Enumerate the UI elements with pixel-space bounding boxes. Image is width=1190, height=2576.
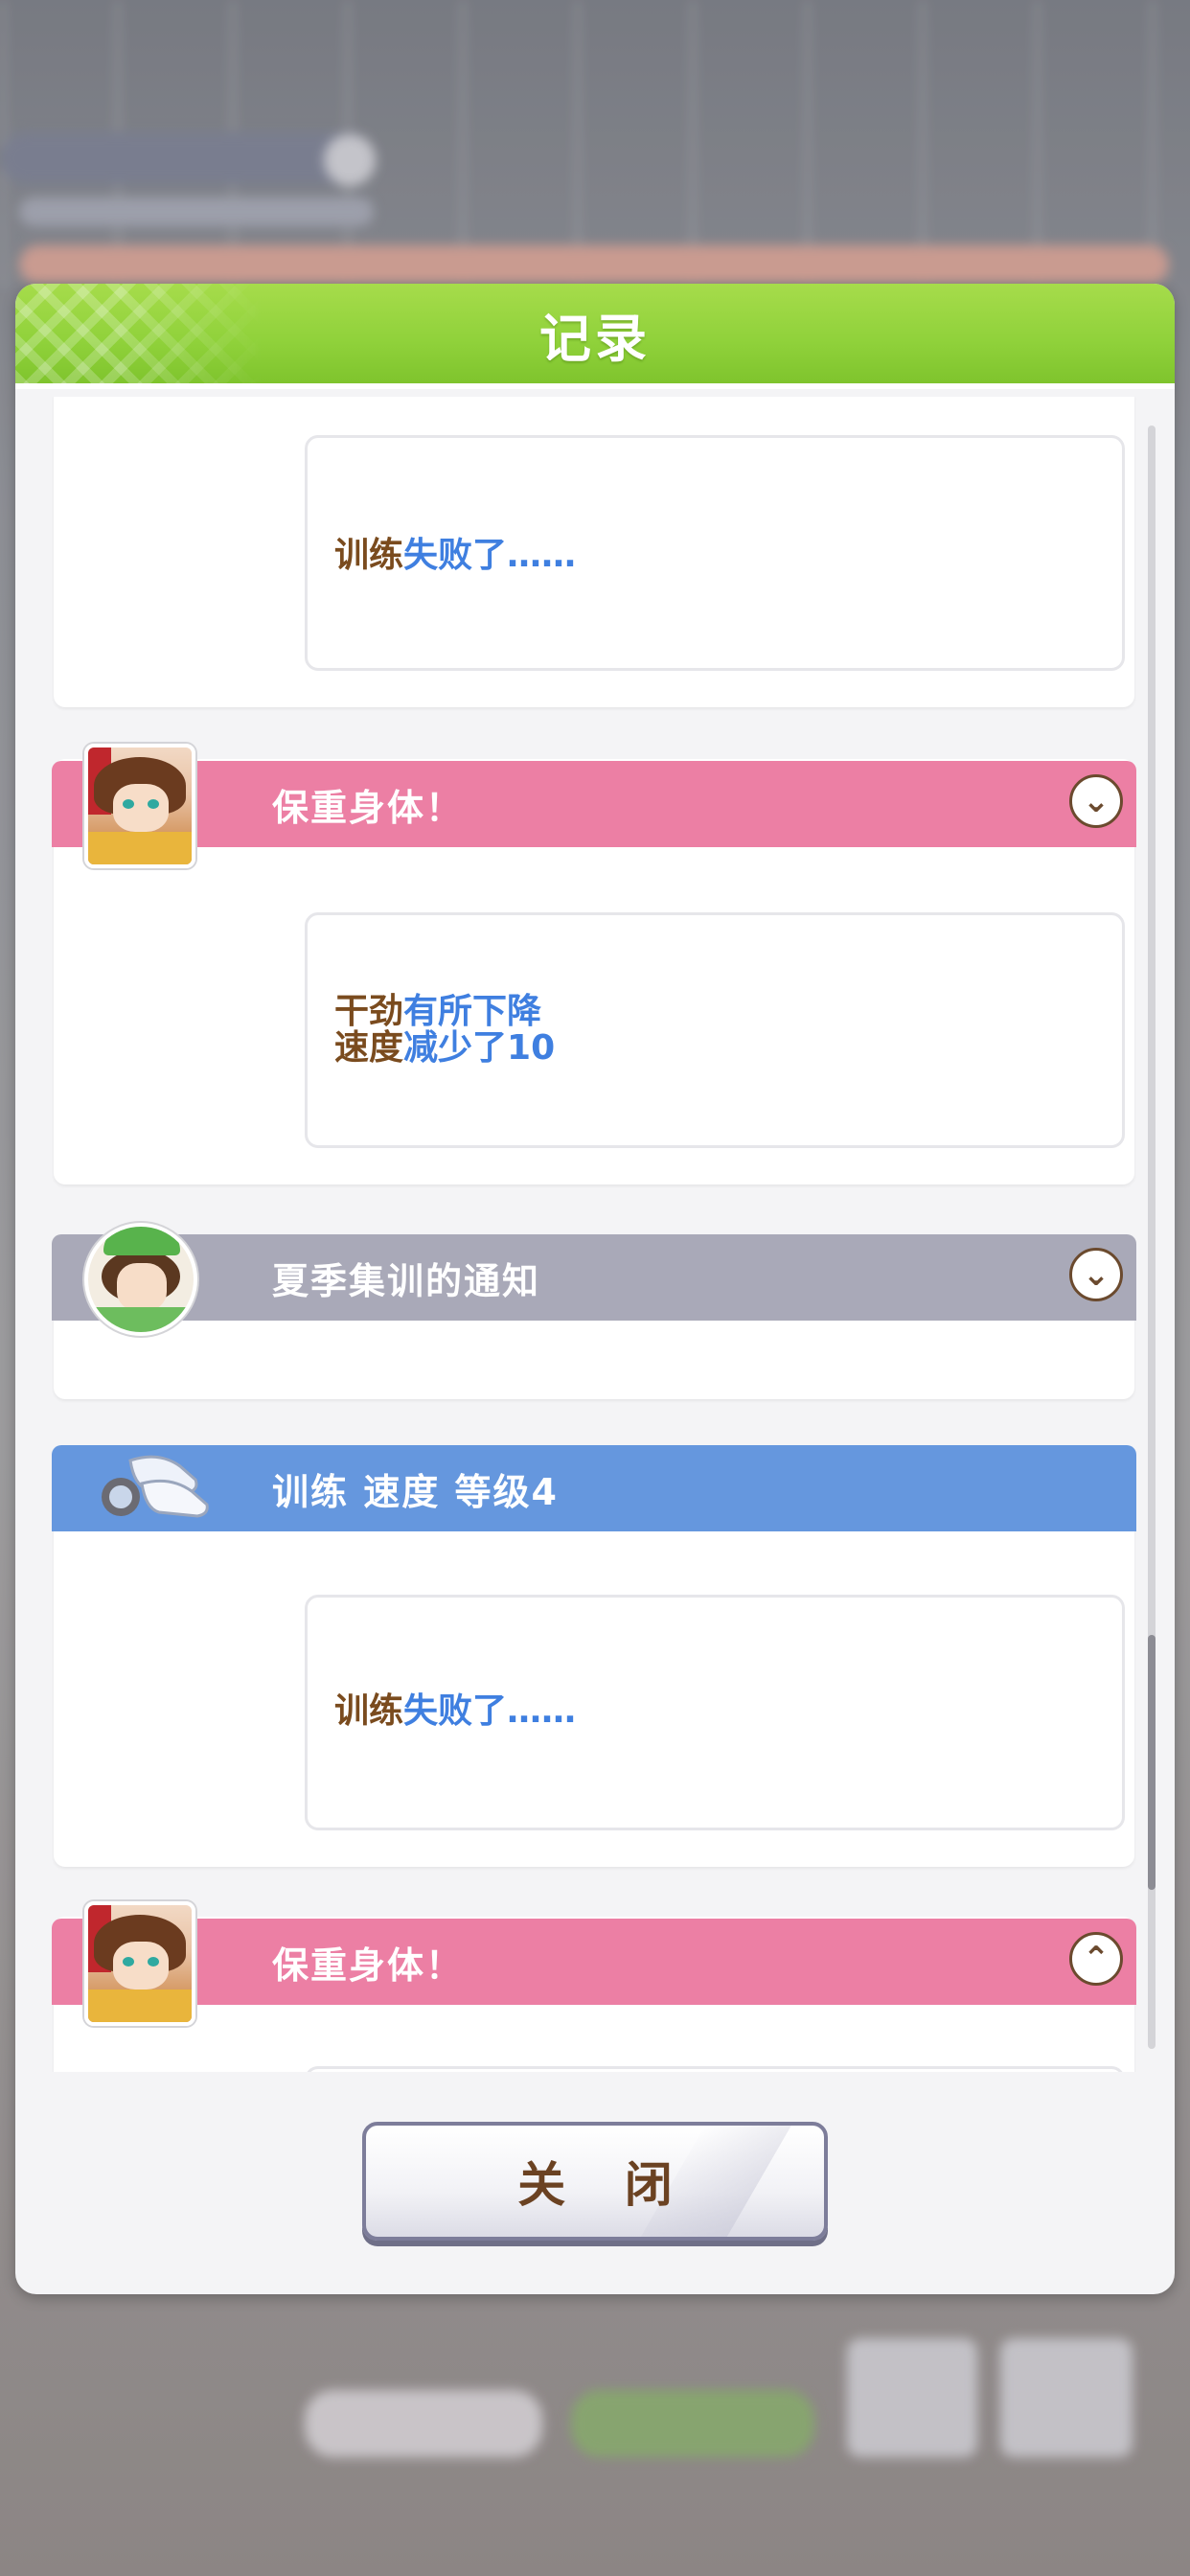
result-line: 干劲有所下降 [334, 994, 541, 1030]
portrait-face [117, 1263, 167, 1311]
dialog-title: 记录 [539, 308, 651, 369]
close-button[interactable]: 关 闭 [362, 2122, 828, 2241]
portrait-eye [123, 799, 134, 809]
log-dialog: 记录 训练失败了…… 保重身体！ ⌄ 干劲有所下降 速度减少了10 夏季集训的通… [15, 284, 1175, 2294]
character-portrait [84, 1901, 195, 2026]
dialog-header: 记录 [15, 284, 1175, 383]
portrait-eye [148, 1957, 159, 1966]
header-divider [15, 383, 1175, 389]
portrait-outfit [88, 832, 192, 864]
character-portrait [84, 1223, 197, 1336]
result-subject: 速度 [334, 1028, 404, 1068]
chevron-down-icon[interactable]: ⌄ [1069, 774, 1123, 828]
result-outcome: 失败了…… [403, 536, 577, 575]
portrait-outfit [88, 1307, 194, 1332]
portrait-face [113, 1942, 169, 1990]
header-pattern [15, 284, 264, 383]
result-subject: 干劲 [334, 992, 404, 1031]
result-box: 训练失败了…… [305, 1595, 1125, 1830]
event-title: 保重身体！ [272, 1944, 465, 1987]
portrait-face [113, 784, 169, 832]
training-shoes-icon [102, 1455, 209, 1518]
portrait-hat [103, 1227, 180, 1255]
training-title: 训练 速度 等级4 [272, 1470, 559, 1513]
result-box [305, 2066, 1125, 2072]
event-header[interactable]: 保重身体！ ⌃ [52, 1919, 1136, 2005]
result-line: 速度减少了10 [334, 1030, 555, 1067]
portrait-eye [148, 799, 159, 809]
result-outcome: 失败了…… [403, 1691, 577, 1731]
result-outcome: 减少了10 [403, 1028, 556, 1068]
result-subject: 训练 [334, 1691, 404, 1731]
event-title: 保重身体！ [272, 786, 465, 829]
result-line: 训练失败了…… [334, 538, 576, 574]
portrait-eye [123, 1957, 134, 1966]
log-list[interactable]: 训练失败了…… 保重身体！ ⌄ 干劲有所下降 速度减少了10 夏季集训的通知 ⌄… [15, 397, 1175, 2072]
result-outcome: 有所下降 [403, 992, 542, 1031]
character-portrait [84, 744, 195, 868]
event-header[interactable]: 夏季集训的通知 ⌄ [52, 1234, 1136, 1321]
event-title: 夏季集训的通知 [272, 1259, 541, 1302]
result-box: 干劲有所下降 速度减少了10 [305, 912, 1125, 1148]
result-line: 训练失败了…… [334, 1693, 576, 1730]
chevron-up-icon[interactable]: ⌃ [1069, 1932, 1123, 1986]
chevron-down-icon[interactable]: ⌄ [1069, 1248, 1123, 1301]
result-box: 训练失败了…… [305, 435, 1125, 671]
portrait-outfit [88, 1990, 192, 2022]
log-entry: 训练失败了…… [54, 397, 1134, 707]
close-button-label: 关 闭 [517, 2157, 694, 2213]
result-subject: 训练 [334, 536, 404, 575]
event-header[interactable]: 保重身体！ ⌄ [52, 761, 1136, 847]
scrollbar-thumb[interactable] [1148, 1635, 1156, 1890]
